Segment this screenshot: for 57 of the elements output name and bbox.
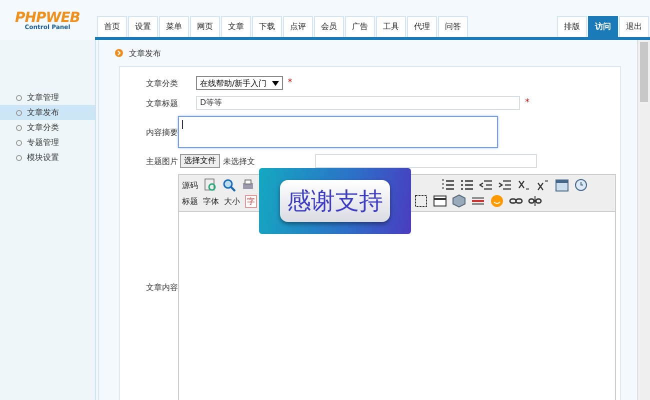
preview-icon[interactable] — [203, 178, 217, 192]
breadcrumb: 文章发布 — [129, 48, 161, 58]
nav-tab[interactable]: 文章 — [221, 16, 251, 37]
sidebar-item[interactable]: 专题管理 — [0, 135, 95, 150]
scrollbar[interactable] — [637, 40, 650, 400]
sidebar-item[interactable]: 文章管理 — [0, 90, 95, 105]
numbered-list-icon[interactable] — [441, 178, 455, 192]
required-mark: * — [525, 98, 530, 108]
nav-tab[interactable]: 会员 — [314, 16, 344, 37]
unlink-icon[interactable] — [528, 194, 542, 208]
field-label: 文章标题 — [145, 98, 178, 108]
file-status: 未选择文 — [223, 156, 255, 166]
sidebar-item[interactable]: 文章发布 — [0, 105, 95, 120]
nav-tab[interactable]: 菜单 — [159, 16, 189, 37]
toolbar-button[interactable]: 字体 — [203, 196, 219, 206]
nav-tab[interactable]: 点评 — [283, 16, 313, 37]
nav-tab[interactable]: 网页 — [190, 16, 220, 37]
nav-tab[interactable]: 设置 — [128, 16, 158, 37]
sidebar-item[interactable]: 文章分类 — [0, 120, 95, 135]
nav-tab[interactable]: 首页 — [97, 16, 127, 37]
calendar-icon[interactable] — [555, 178, 569, 192]
nav-tab[interactable]: 访问 — [588, 16, 618, 37]
superscript-icon[interactable] — [536, 178, 550, 192]
nav-tab[interactable]: 广告 — [345, 16, 375, 37]
indent-icon[interactable] — [498, 178, 512, 192]
outdent-icon[interactable] — [479, 178, 493, 192]
banner-text: 感谢支持 — [280, 180, 390, 222]
toolbar-button[interactable]: 大小 — [224, 196, 240, 206]
dropdown-arrow-icon[interactable] — [272, 80, 279, 86]
nav-tab[interactable]: 下载 — [252, 16, 282, 37]
toolbar-button[interactable]: 字 — [245, 194, 257, 208]
category-dropdown[interactable]: 在线帮助/新手入门 — [196, 76, 283, 90]
clock-icon[interactable] — [574, 178, 588, 192]
dashed-box-icon[interactable] — [414, 194, 428, 208]
nav-tab[interactable]: 问答 — [438, 16, 468, 37]
summary-field[interactable] — [178, 116, 498, 148]
nav-tab[interactable]: 排版 — [557, 16, 587, 37]
cube-icon[interactable] — [452, 194, 466, 208]
title-field[interactable]: D等等 — [196, 96, 520, 110]
table-icon[interactable] — [433, 194, 447, 208]
toolbar-button[interactable]: 源码 — [182, 180, 198, 190]
bulleted-list-icon[interactable] — [460, 178, 474, 192]
search-icon[interactable] — [222, 178, 236, 192]
toolbar-button[interactable]: 标题 — [182, 196, 198, 206]
nav-tab[interactable]: 退出 — [619, 16, 649, 37]
field-label: 文章分类 — [145, 78, 178, 88]
print-icon[interactable] — [241, 178, 255, 192]
file-path-field[interactable] — [315, 154, 537, 168]
subscript-icon[interactable] — [517, 178, 531, 192]
required-mark: * — [288, 78, 292, 88]
sidebar-item[interactable]: 模块设置 — [0, 150, 95, 165]
choose-file-button[interactable]: 选择文件 — [180, 154, 220, 168]
nav-tab[interactable]: 代理 — [407, 16, 437, 37]
field-label: 内容摘要 — [145, 126, 179, 138]
nav-tab[interactable]: 工具 — [376, 16, 406, 37]
field-label: 主题图片 — [145, 156, 179, 166]
field-label: 文章内容 — [145, 282, 179, 292]
